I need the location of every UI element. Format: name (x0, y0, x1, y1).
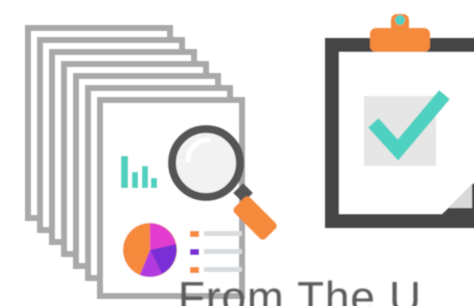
document-stack-search-icon (25, 25, 277, 299)
illustration-svg (25, 14, 474, 299)
illustration-canvas: From The U (0, 0, 474, 306)
clipboard-checkmark-icon (325, 14, 474, 228)
caption-text: From The U (178, 273, 422, 306)
pie-chart-icon (123, 223, 177, 277)
